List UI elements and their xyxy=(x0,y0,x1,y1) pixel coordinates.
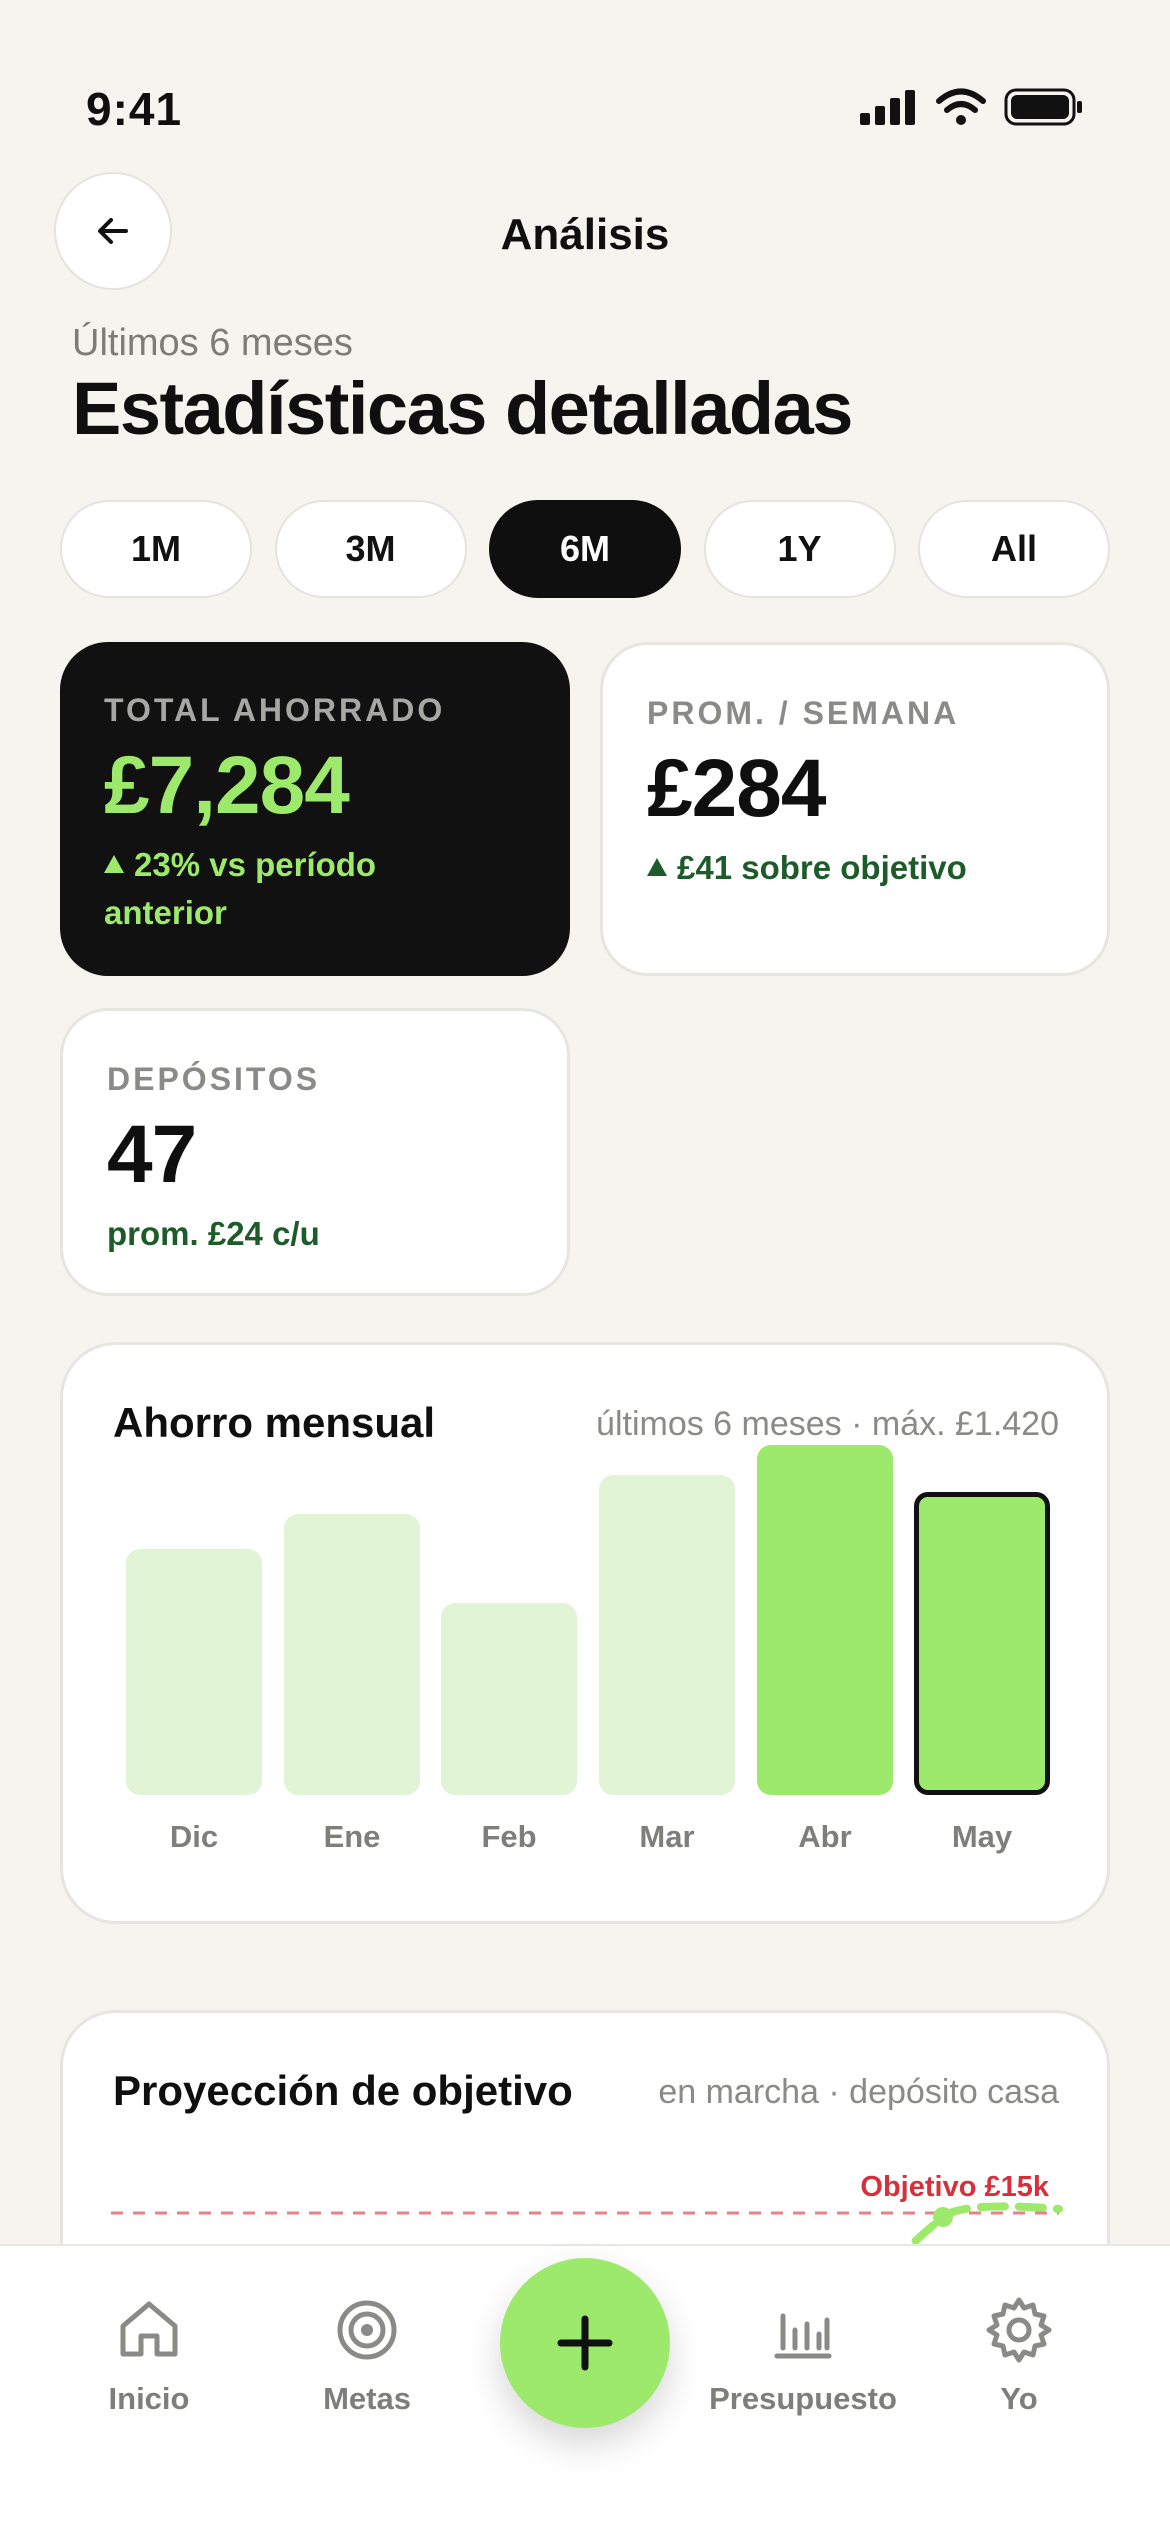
tab-presupuesto[interactable]: Presupuesto xyxy=(698,2294,908,2417)
bar-label-feb: Feb xyxy=(481,1819,537,1854)
up-triangle-icon xyxy=(104,855,124,873)
range-all[interactable]: All xyxy=(918,500,1110,598)
nav-title: Análisis xyxy=(500,210,670,259)
tab-inicio[interactable]: Inicio xyxy=(44,2294,254,2417)
bar-abr[interactable] xyxy=(757,1445,893,1795)
projection-point xyxy=(933,2207,953,2227)
total-saved-change-line1: 23% vs período xyxy=(134,846,377,883)
nav-bar: Análisis xyxy=(0,172,1170,294)
goal-projection-meta: en marcha · depósito casa xyxy=(658,2073,1059,2111)
range-1y[interactable]: 1Y xyxy=(703,500,896,598)
add-deposit-button[interactable] xyxy=(500,2258,670,2428)
bar-chart-icon xyxy=(774,2313,832,2359)
up-triangle-icon xyxy=(647,858,667,876)
signal-icon xyxy=(860,90,915,125)
weekly-average-change: £41 sobre objetivo xyxy=(647,844,1063,892)
bar-label-mar: Mar xyxy=(639,1819,695,1854)
gear-icon xyxy=(986,2297,1052,2363)
page-subtitle: Últimos 6 meses xyxy=(72,322,353,364)
target-icon xyxy=(337,2300,397,2360)
bar-ene[interactable] xyxy=(284,1514,420,1795)
total-saved-change: 23% vs período anterior xyxy=(104,841,526,937)
total-saved-change-line2: anterior xyxy=(104,894,227,931)
bar-label-may: May xyxy=(951,1819,1013,1854)
range-6m[interactable]: 6M xyxy=(489,500,681,598)
tab-presupuesto-label: Presupuesto xyxy=(709,2381,897,2416)
deposits-card[interactable]: DEPÓSITOS 47 prom. £24 c/u xyxy=(60,1008,570,1296)
tab-yo[interactable]: Yo xyxy=(914,2294,1124,2417)
bar-label-ene: Ene xyxy=(323,1819,381,1854)
status-bar: 9:41 xyxy=(0,0,1170,160)
bar-may[interactable] xyxy=(914,1492,1050,1795)
monthly-savings-bars: Dic Ene Feb Mar Abr May xyxy=(115,1445,1061,1897)
deposits-label: DEPÓSITOS xyxy=(107,1061,321,1097)
goal-projection-title: Proyección de objetivo xyxy=(113,2067,573,2114)
bar-label-dic: Dic xyxy=(169,1819,219,1854)
goal-label: Objetivo £15k xyxy=(860,2171,1049,2203)
page-title: Estadísticas detalladas xyxy=(72,367,853,450)
wifi-icon xyxy=(936,88,986,125)
status-icons xyxy=(860,88,1084,126)
weekly-average-label: PROM. / SEMANA xyxy=(647,695,960,731)
bar-mar[interactable] xyxy=(599,1475,735,1795)
monthly-savings-title: Ahorro mensual xyxy=(113,1399,436,1446)
plus-icon xyxy=(557,2315,613,2371)
total-saved-label: TOTAL AHORRADO xyxy=(104,692,446,728)
deposits-average: prom. £24 c/u xyxy=(107,1215,320,1252)
deposits-value: 47 xyxy=(107,1109,197,1200)
weekly-average-change-text: £41 sobre objetivo xyxy=(677,849,967,886)
tab-yo-label: Yo xyxy=(1000,2381,1038,2416)
monthly-savings-panel: Ahorro mensual últimos 6 meses · máx. £1… xyxy=(60,1342,1110,1924)
bar-feb[interactable] xyxy=(441,1603,577,1795)
range-3m[interactable]: 3M xyxy=(274,500,467,598)
total-saved-value: £7,284 xyxy=(104,740,350,831)
monthly-savings-meta: últimos 6 meses · máx. £1.420 xyxy=(596,1405,1059,1443)
tab-metas[interactable]: Metas xyxy=(262,2294,472,2417)
total-saved-card[interactable]: TOTAL AHORRADO £7,284 23% vs período ant… xyxy=(60,642,570,976)
weekly-average-card[interactable]: PROM. / SEMANA £284 £41 sobre objetivo xyxy=(600,642,1110,976)
tab-inicio-label: Inicio xyxy=(108,2381,190,2416)
range-selector: 1M 3M 6M 1Y All xyxy=(60,500,1110,598)
range-1m[interactable]: 1M xyxy=(60,500,252,598)
home-icon xyxy=(120,2301,178,2357)
tab-metas-label: Metas xyxy=(323,2381,411,2416)
bar-label-abr: Abr xyxy=(798,1819,852,1854)
status-time: 9:41 xyxy=(86,83,183,135)
bar-dic[interactable] xyxy=(126,1549,262,1795)
battery-icon xyxy=(1004,88,1082,126)
weekly-average-value: £284 xyxy=(647,743,826,834)
